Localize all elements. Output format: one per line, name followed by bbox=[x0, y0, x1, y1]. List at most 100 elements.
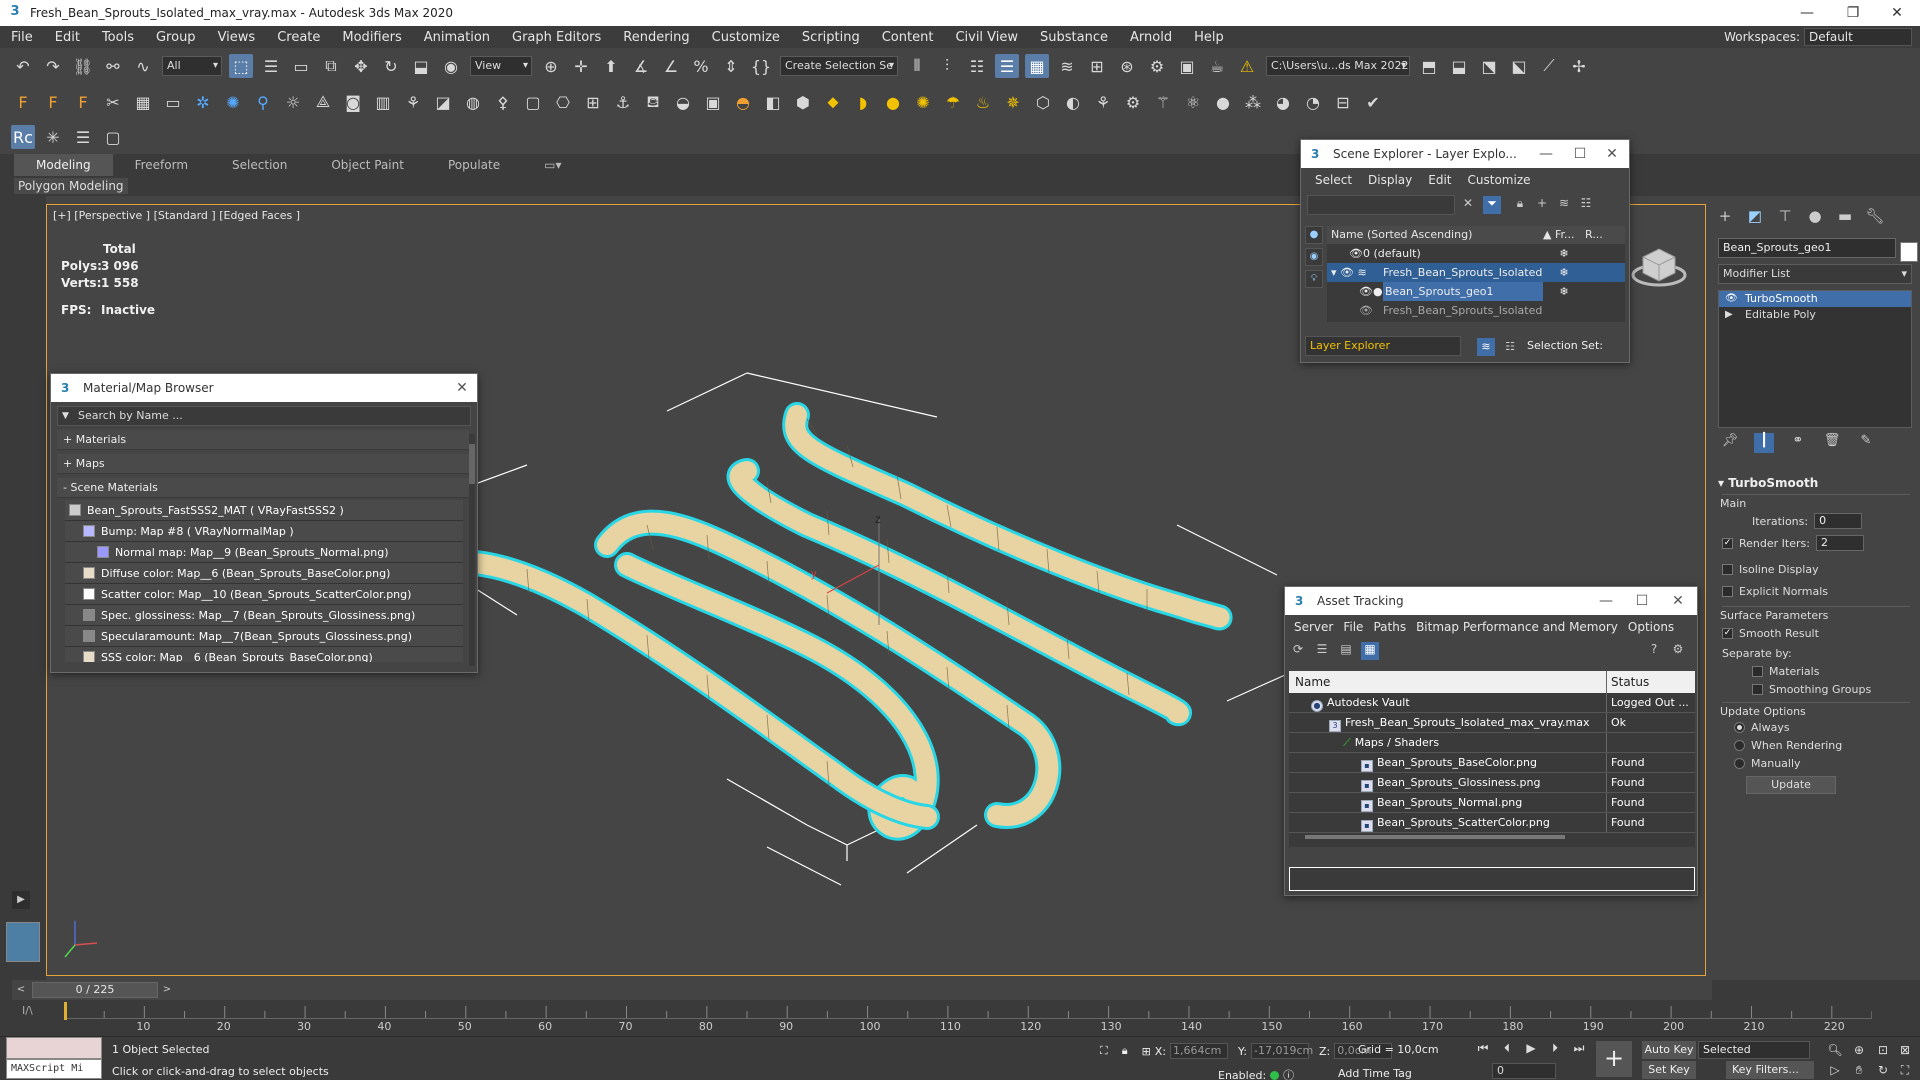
selection-filter-dropdown[interactable]: All bbox=[162, 56, 222, 76]
clear-search-icon[interactable]: ✕ bbox=[1459, 196, 1477, 214]
close-button[interactable]: ✕ bbox=[1874, 0, 1920, 26]
maxscript-mini-listener[interactable]: MAXScript Mi bbox=[6, 1059, 102, 1079]
table-row[interactable]: 3 Fresh_Bean_Sprouts_Isolated_max_vray.ma… bbox=[1289, 713, 1695, 733]
utilities-tab-icon[interactable]: 🔧︎ bbox=[1864, 207, 1886, 229]
at-menu-options[interactable]: Options bbox=[1623, 620, 1679, 634]
viewport-layout-thumbnail[interactable] bbox=[6, 922, 40, 962]
new-layer-icon[interactable]: + bbox=[1533, 196, 1551, 214]
vray-dome-icon[interactable]: ◙ bbox=[341, 90, 365, 114]
expand-layouts-icon[interactable]: ▶ bbox=[12, 891, 30, 909]
mmb-node[interactable]: Scatter color: Map__10 (Bean_Sprouts_Sca… bbox=[65, 584, 463, 605]
update-button[interactable]: Update bbox=[1746, 776, 1836, 794]
vray-render-icon[interactable]: F bbox=[41, 90, 65, 114]
mirror-icon[interactable]: ⫴ bbox=[905, 54, 929, 78]
select-by-name-icon[interactable]: ☰ bbox=[259, 54, 283, 78]
at-menu-file[interactable]: File bbox=[1338, 620, 1368, 634]
keyboard-shortcut-icon[interactable]: ⬆ bbox=[599, 54, 623, 78]
se-col-name[interactable]: Name (Sorted Ascending) bbox=[1327, 226, 1543, 244]
vray-teapot-icon[interactable]: ⛾ bbox=[641, 90, 665, 114]
vray-logo-icon[interactable]: ✔ bbox=[1361, 90, 1385, 114]
table-row[interactable]: ▪ Bean_Sprouts_ScatterColor.png Found bbox=[1289, 813, 1695, 833]
hierarchy-tab-icon[interactable]: ⊤ bbox=[1774, 207, 1796, 229]
vray-fur-icon[interactable]: ⚘ bbox=[401, 90, 425, 114]
vray-light-lister-icon[interactable]: ✲ bbox=[191, 90, 215, 114]
mmb-section-maps[interactable]: + Maps bbox=[57, 454, 469, 474]
schematic-view-icon[interactable]: ⊞ bbox=[1085, 54, 1109, 78]
mmb-close-icon[interactable]: ✕ bbox=[447, 374, 477, 402]
vray-grid-icon[interactable]: ▦ bbox=[131, 90, 155, 114]
se-menu-customize[interactable]: Customize bbox=[1460, 173, 1539, 187]
vray-cube-icon[interactable]: ⬡ bbox=[1031, 90, 1055, 114]
se-menu-display[interactable]: Display bbox=[1360, 173, 1420, 187]
display-objects-icon[interactable]: ● bbox=[1305, 226, 1323, 244]
table-row[interactable]: ▪ Bean_Sprouts_BaseColor.png Found bbox=[1289, 753, 1695, 773]
prev-key-icon[interactable]: ⏴ bbox=[1498, 1039, 1516, 1057]
x-coordinate-field[interactable]: 1,664cm bbox=[1170, 1043, 1229, 1059]
turbosmooth-rollout-title[interactable]: ▾ TurboSmooth bbox=[1718, 476, 1912, 490]
se-close-icon[interactable]: ✕ bbox=[1597, 140, 1627, 168]
layer-view-icon[interactable]: ≋ bbox=[1477, 338, 1495, 356]
pan-icon[interactable]: ✋︎ bbox=[1850, 1061, 1868, 1079]
polygon-modeling-label[interactable]: Polygon Modeling bbox=[14, 178, 128, 194]
vray-lightmix-icon[interactable]: ◓ bbox=[731, 90, 755, 114]
set-key-big-icon[interactable]: + bbox=[1596, 1041, 1632, 1077]
toggle-scene-explorer-icon[interactable]: ☷ bbox=[965, 54, 989, 78]
mmb-scrollbar-thumb[interactable] bbox=[469, 444, 475, 484]
vray-light-icon[interactable]: ✺ bbox=[221, 90, 245, 114]
se-menu-edit[interactable]: Edit bbox=[1420, 173, 1459, 187]
toggle-ribbon-icon[interactable]: ▦ bbox=[1025, 54, 1049, 78]
iterations-spinner[interactable]: 0 bbox=[1814, 513, 1863, 529]
explicit-normals-checkbox[interactable] bbox=[1722, 585, 1733, 597]
se-row[interactable]: 👁︎ Fresh_Bean_Sprouts_Isolated bbox=[1327, 301, 1625, 320]
extra-tool-icon-2[interactable]: ✢ bbox=[1567, 54, 1591, 78]
zoom-extents-icon[interactable]: ⊡ bbox=[1874, 1041, 1892, 1059]
window-crossing-icon[interactable]: ⧉ bbox=[319, 54, 343, 78]
settings-icon[interactable]: ⚙ bbox=[1669, 642, 1687, 660]
vray-bulb-icon-2[interactable]: ◗ bbox=[851, 90, 875, 114]
vray-ambient-icon[interactable]: ⟁ bbox=[311, 90, 335, 114]
go-to-start-icon[interactable]: ⏮ bbox=[1474, 1039, 1492, 1057]
menu-views[interactable]: Views bbox=[207, 30, 267, 45]
expand-arrow-icon[interactable]: ▶ bbox=[1725, 307, 1733, 323]
menu-help[interactable]: Help bbox=[1183, 30, 1235, 45]
vray-cosmos-icon[interactable]: ▣ bbox=[701, 90, 725, 114]
info-icon[interactable]: ⓘ bbox=[1283, 1069, 1294, 1080]
stack-item-editable-poly[interactable]: ▶ Editable Poly bbox=[1719, 307, 1911, 323]
hierarchy-view-icon[interactable]: ☷ bbox=[1501, 338, 1519, 356]
when-rendering-radio[interactable] bbox=[1734, 739, 1745, 751]
rect-selection-icon[interactable]: ▭ bbox=[289, 54, 313, 78]
snap-3d-icon[interactable]: ∡ bbox=[629, 54, 653, 78]
display-geometry-icon[interactable]: ◉ bbox=[1305, 248, 1323, 266]
vray-sphere-icon[interactable]: ◍ bbox=[461, 90, 485, 114]
se-row[interactable]: 👁︎● Bean_Sprouts_geo1 ❄ bbox=[1327, 282, 1625, 301]
modify-tab-icon[interactable]: ◩ bbox=[1744, 207, 1766, 229]
key-set-dropdown[interactable]: Selected bbox=[1698, 1041, 1810, 1059]
vray-vfb-icon[interactable]: ▭ bbox=[161, 90, 185, 114]
current-frame-field[interactable]: 0 bbox=[1492, 1063, 1556, 1079]
table-row[interactable]: ● Autodesk Vault Logged Out ... bbox=[1289, 693, 1695, 713]
project-icon-2[interactable]: ⬓ bbox=[1447, 54, 1471, 78]
mmb-title-bar[interactable]: 3 Material/Map Browser ✕ bbox=[51, 374, 477, 402]
vray-hair-icon[interactable]: ◐ bbox=[1061, 90, 1085, 114]
remove-modifier-icon[interactable]: 🗑︎ bbox=[1822, 433, 1842, 453]
list-view-icon[interactable]: ☰ bbox=[1313, 642, 1331, 660]
field-of-view-icon[interactable]: ▷ bbox=[1826, 1061, 1844, 1079]
unlink-icon[interactable]: ⚯ bbox=[101, 54, 125, 78]
menu-substance[interactable]: Substance bbox=[1029, 30, 1119, 45]
vray-mesh-clipper-icon[interactable]: ⚴ bbox=[491, 90, 515, 114]
table-row[interactable]: ▪ Bean_Sprouts_Normal.png Found bbox=[1289, 793, 1695, 813]
isoline-display-checkbox[interactable] bbox=[1722, 563, 1733, 575]
configure-sets-icon[interactable]: ✎ bbox=[1856, 433, 1876, 453]
time-cursor[interactable] bbox=[64, 1002, 67, 1020]
materials-checkbox[interactable] bbox=[1752, 665, 1763, 677]
list-panel-icon[interactable]: ☰ bbox=[71, 125, 95, 149]
maxscript-listener-field[interactable] bbox=[6, 1037, 102, 1059]
se-find-input[interactable] bbox=[1307, 195, 1455, 215]
vray-ball-icon[interactable]: ● bbox=[1211, 90, 1235, 114]
vray-bulb-icon-7[interactable]: ✵ bbox=[1001, 90, 1025, 114]
table-row[interactable]: ⟋ Maps / Shaders bbox=[1289, 733, 1695, 753]
menu-content[interactable]: Content bbox=[871, 30, 945, 45]
zoom-extents-all-icon[interactable]: ⊠ bbox=[1896, 1041, 1914, 1059]
menu-civil-view[interactable]: Civil View bbox=[944, 30, 1029, 45]
minimize-button[interactable]: — bbox=[1784, 0, 1830, 26]
